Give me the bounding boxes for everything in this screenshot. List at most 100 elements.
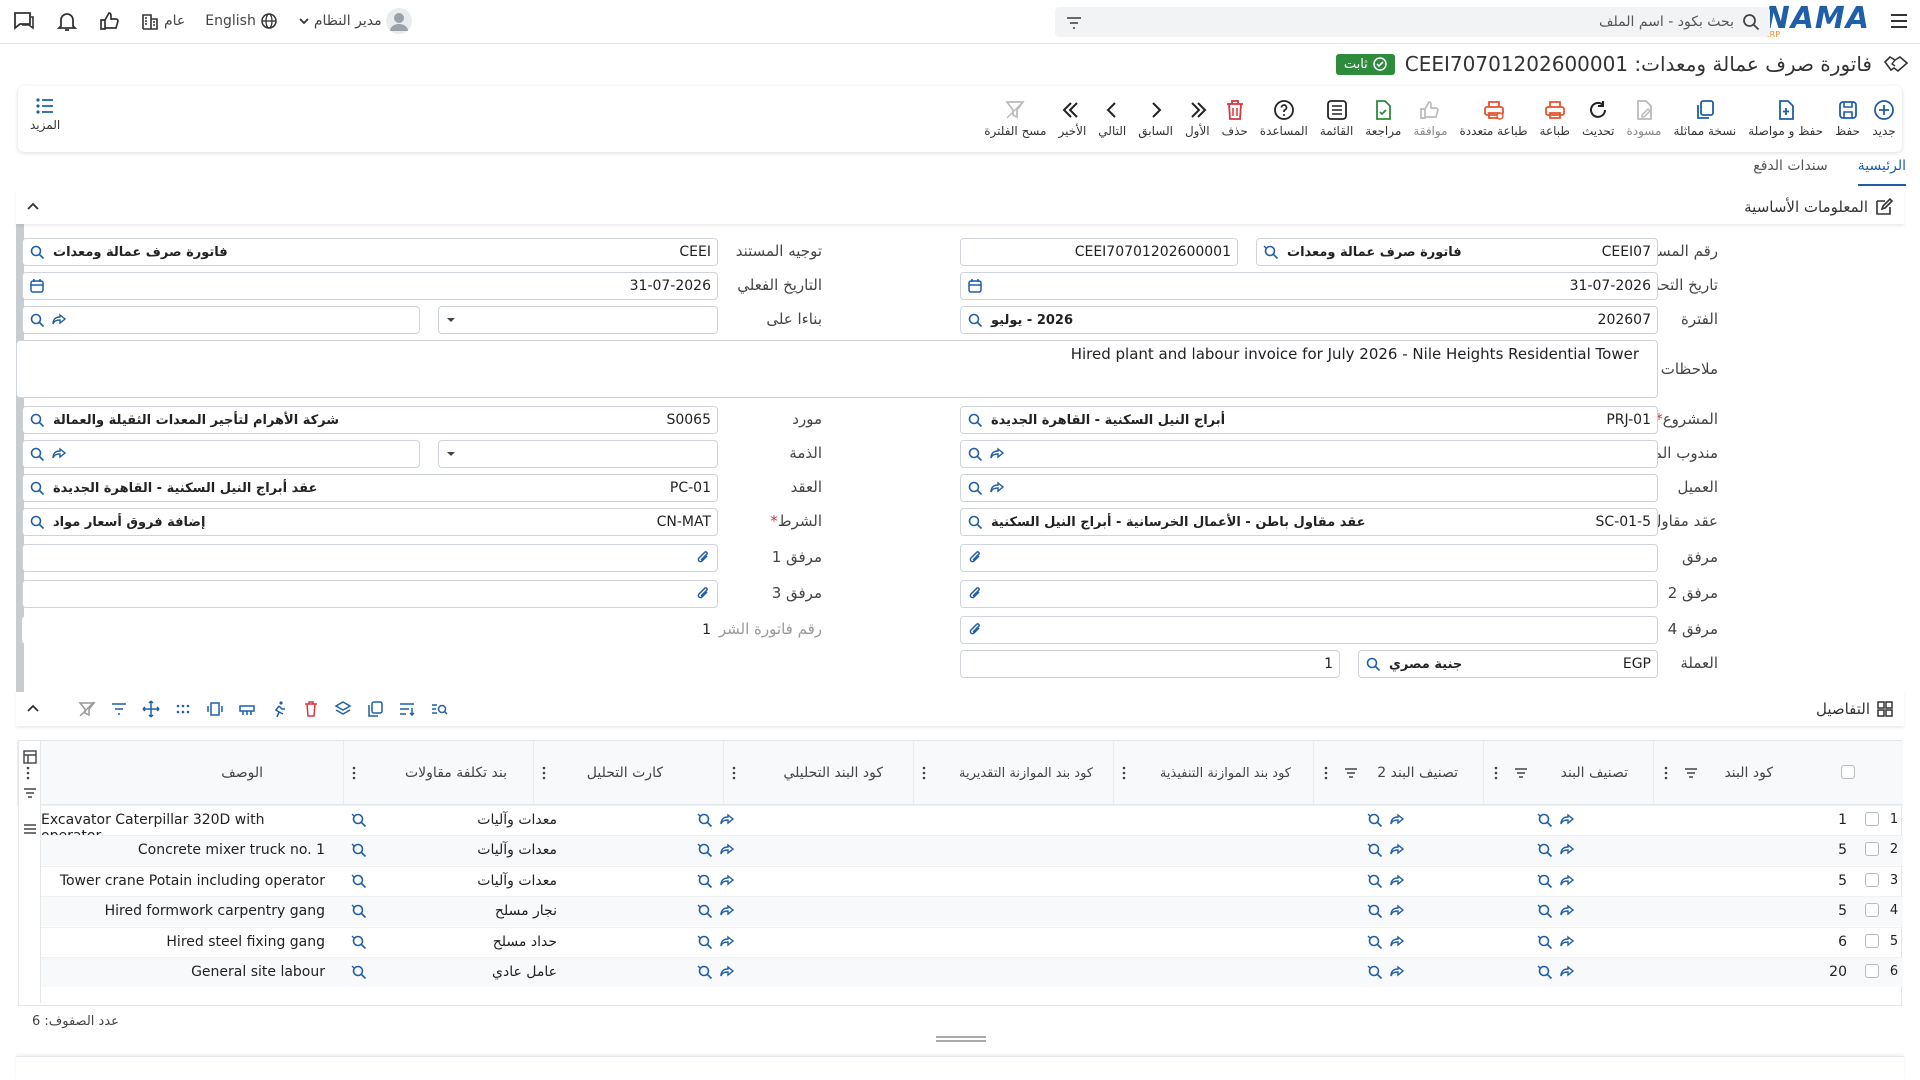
- item-code[interactable]: 6: [1838, 934, 1847, 950]
- row-checkbox[interactable]: [1865, 842, 1879, 857]
- column-menu-icon[interactable]: [352, 766, 356, 780]
- lookup-icon[interactable]: [29, 244, 45, 260]
- open-link-icon[interactable]: [719, 903, 735, 919]
- row-checkbox[interactable]: [1865, 903, 1879, 918]
- attachment1-field[interactable]: [22, 544, 718, 572]
- chat-icon[interactable]: [12, 10, 36, 32]
- liability-select[interactable]: [438, 440, 718, 468]
- column-menu-icon[interactable]: [1664, 766, 1668, 780]
- contract-cost-item[interactable]: معدات وآليات: [477, 873, 557, 889]
- paperclip-icon[interactable]: [695, 550, 711, 566]
- list-button[interactable]: القائمة: [1314, 86, 1359, 152]
- doc-code-field[interactable]: CEEI07 فاتورة صرف عمالة ومعدات: [1256, 238, 1658, 266]
- more-button[interactable]: المزيد: [30, 94, 60, 132]
- lookup-icon[interactable]: [1537, 812, 1553, 828]
- duplicate-button[interactable]: نسخة مماثلة: [1667, 86, 1742, 152]
- tab-payment-vouchers[interactable]: سندات الدفع: [1753, 158, 1827, 186]
- open-link-icon[interactable]: [1559, 812, 1575, 828]
- lookup-icon[interactable]: [967, 480, 983, 496]
- bell-icon[interactable]: [56, 10, 78, 32]
- new-button[interactable]: جديد: [1866, 86, 1902, 152]
- col-item-category[interactable]: تصنيف البند: [1483, 741, 1653, 805]
- lookup-icon[interactable]: [967, 446, 983, 462]
- open-link-icon[interactable]: [51, 446, 67, 462]
- column-menu-icon[interactable]: [1122, 766, 1126, 780]
- next-button[interactable]: التالي: [1092, 86, 1132, 152]
- table-row[interactable]: 3 5 معدات وآليات Tower crane Potain includi…: [41, 865, 1903, 896]
- search-icon[interactable]: [1742, 13, 1760, 31]
- attachment4-field[interactable]: [960, 616, 1658, 644]
- customer-field[interactable]: [960, 474, 1658, 502]
- sort-lines-icon[interactable]: [398, 700, 416, 718]
- paperclip-icon[interactable]: [967, 622, 983, 638]
- collapse-chevron-icon[interactable]: [26, 702, 40, 716]
- based-on-select[interactable]: [438, 306, 718, 334]
- row-checkbox[interactable]: [1865, 812, 1879, 826]
- language-selector[interactable]: English: [205, 12, 278, 30]
- row-checkbox[interactable]: [1865, 933, 1879, 948]
- refresh-button[interactable]: تحديث: [1576, 86, 1621, 152]
- lookup-icon[interactable]: [967, 514, 983, 530]
- search-list-icon[interactable]: [430, 700, 448, 718]
- columns-icon[interactable]: [206, 700, 224, 718]
- table-row[interactable]: 2 5 معدات وآليات Concrete mixer truck no. 1: [41, 835, 1903, 866]
- lookup-icon[interactable]: [29, 312, 45, 328]
- multi-print-button[interactable]: طباعة متعددة: [1454, 86, 1534, 152]
- item-description[interactable]: Tower crane Potain including operator: [60, 873, 325, 889]
- project-field[interactable]: PRJ-01 أبراج النيل السكنية - القاهرة الج…: [960, 406, 1658, 434]
- save-continue-button[interactable]: حفظ و مواصلة: [1742, 86, 1829, 152]
- contract-cost-item[interactable]: معدات وآليات: [477, 842, 557, 858]
- col-est-budget-code[interactable]: كود بند الموازنة التقديرية: [913, 741, 1113, 805]
- last-button[interactable]: الأخير: [1052, 86, 1092, 152]
- open-link-icon[interactable]: [989, 480, 1005, 496]
- lookup-icon[interactable]: [1537, 903, 1553, 919]
- search-input[interactable]: [1065, 14, 1742, 30]
- clear-filter-icon[interactable]: [78, 700, 96, 718]
- table-row[interactable]: 4 5 نجار مسلح Hired formwork carpentry gang: [41, 896, 1903, 927]
- lookup-icon[interactable]: [29, 412, 45, 428]
- column-menu-icon[interactable]: [542, 766, 546, 780]
- doc-number-field[interactable]: CEEI70701202600001: [960, 238, 1238, 266]
- table-row[interactable]: 5 6 حداد مسلح Hired steel fixing gang: [41, 926, 1903, 957]
- thumbs-up-icon[interactable]: [98, 10, 120, 32]
- column-filter-icon[interactable]: [1684, 766, 1698, 780]
- item-description[interactable]: Hired steel fixing gang: [166, 934, 325, 950]
- open-link-icon[interactable]: [719, 964, 735, 980]
- column-menu-icon[interactable]: [1324, 766, 1328, 780]
- lookup-icon[interactable]: [1537, 964, 1553, 980]
- based-on-field[interactable]: [22, 306, 420, 334]
- calendar-icon[interactable]: [29, 278, 45, 294]
- lookup-icon[interactable]: [967, 412, 983, 428]
- period-field[interactable]: 202607 2026 - يوليو: [960, 306, 1658, 334]
- paperclip-icon[interactable]: [967, 586, 983, 602]
- previous-button[interactable]: السابق: [1132, 86, 1179, 152]
- contract-field[interactable]: PC-01 عقد أبراج النيل السكنية - القاهرة …: [22, 474, 718, 502]
- help-button[interactable]: المساعدة: [1254, 86, 1314, 152]
- move-icon[interactable]: [142, 700, 160, 718]
- lookup-icon[interactable]: [697, 873, 713, 889]
- item-code[interactable]: 5: [1838, 873, 1847, 889]
- col-exec-budget-code[interactable]: كود بند الموازنة التنفيذية: [1113, 741, 1313, 805]
- item-description[interactable]: Hired formwork carpentry gang: [105, 903, 325, 919]
- lookup-icon[interactable]: [1537, 842, 1553, 858]
- item-description[interactable]: Concrete mixer truck no. 1: [138, 842, 325, 858]
- open-link-icon[interactable]: [719, 812, 735, 828]
- contract-cost-item[interactable]: نجار مسلح: [495, 903, 557, 919]
- open-link-icon[interactable]: [1559, 873, 1575, 889]
- filter-icon[interactable]: [110, 700, 128, 718]
- select-all-checkbox[interactable]: [1841, 765, 1855, 779]
- purchase-rep-field[interactable]: [960, 440, 1658, 468]
- open-link-icon[interactable]: [989, 446, 1005, 462]
- lookup-icon[interactable]: [351, 812, 367, 828]
- open-link-icon[interactable]: [51, 312, 67, 328]
- lookup-icon[interactable]: [967, 312, 983, 328]
- tab-main[interactable]: الرئيسية: [1857, 158, 1906, 186]
- row-checkbox[interactable]: [1865, 964, 1879, 978]
- exchange-rate-field[interactable]: 1: [960, 650, 1340, 678]
- lookup-icon[interactable]: [351, 934, 367, 950]
- subcontract-field[interactable]: SC-01-5 عقد مقاول باطن - الأعمال الخرسان…: [960, 508, 1658, 536]
- item-code[interactable]: 5: [1838, 842, 1847, 858]
- open-link-icon[interactable]: [1389, 873, 1405, 889]
- col-analytic-code[interactable]: كود البند التحليلي: [723, 741, 913, 805]
- lookup-icon[interactable]: [351, 873, 367, 889]
